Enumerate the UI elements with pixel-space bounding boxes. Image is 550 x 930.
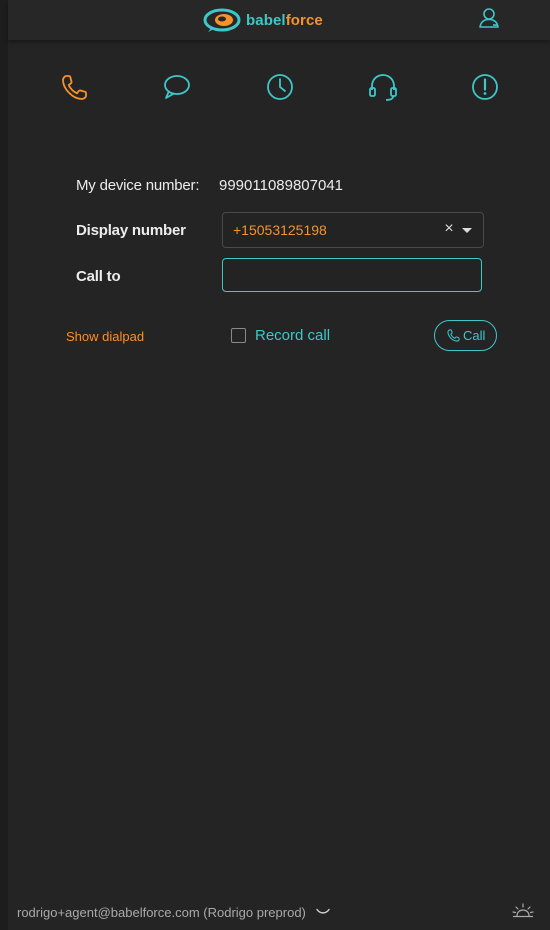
- chevron-down-icon[interactable]: [316, 908, 330, 916]
- headset-icon[interactable]: [368, 72, 398, 102]
- logo-text-force: force: [285, 11, 323, 29]
- device-number-value: 999011089807041: [219, 177, 344, 194]
- display-number-select[interactable]: +15053125198 ×: [222, 212, 484, 248]
- device-number-label: My device number:: [76, 177, 200, 194]
- call-button[interactable]: Call: [434, 320, 497, 351]
- call-to-label: Call to: [76, 268, 121, 285]
- softphone-app: babelforce My device number: 99901108980…: [0, 0, 550, 930]
- call-to-input[interactable]: [222, 258, 482, 292]
- sunrise-icon[interactable]: [512, 902, 534, 920]
- footer-bar: rodrigo+agent@babelforce.com (Rodrigo pr…: [8, 890, 550, 930]
- header-bar: babelforce: [8, 0, 550, 40]
- show-dialpad-link[interactable]: Show dialpad: [66, 329, 144, 344]
- clear-selection-icon[interactable]: ×: [442, 220, 456, 238]
- logo-text-babel: babel: [246, 11, 286, 29]
- left-edge-divider: [0, 0, 8, 930]
- logo-text: babelforce: [246, 12, 323, 29]
- logo-cloud-icon: [203, 8, 241, 32]
- chevron-down-icon[interactable]: [462, 228, 472, 233]
- record-call-label[interactable]: Record call: [255, 327, 330, 344]
- record-call-checkbox[interactable]: [231, 328, 246, 343]
- phone-icon: [447, 329, 460, 342]
- chat-icon[interactable]: [162, 72, 192, 102]
- alert-icon[interactable]: [470, 72, 500, 102]
- user-profile-icon[interactable]: [478, 6, 502, 30]
- call-button-label: Call: [463, 328, 486, 343]
- display-number-label: Display number: [76, 222, 186, 239]
- babelforce-logo: babelforce: [202, 5, 323, 35]
- clock-icon[interactable]: [265, 72, 295, 102]
- display-number-value: +15053125198: [233, 222, 327, 238]
- account-name[interactable]: rodrigo+agent@babelforce.com (Rodrigo pr…: [17, 905, 306, 920]
- phone-icon[interactable]: [60, 72, 90, 102]
